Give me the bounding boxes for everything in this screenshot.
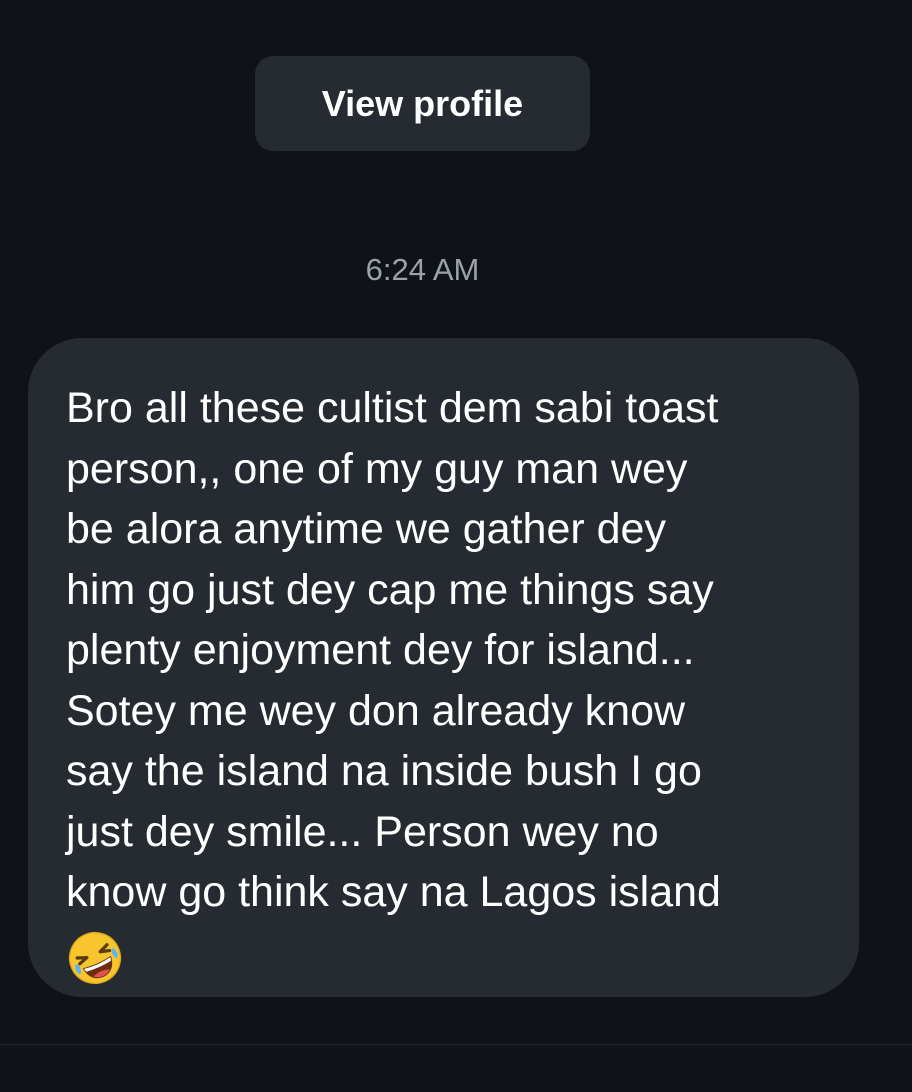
- message-line: say the island na inside bush I go: [66, 747, 702, 795]
- bottom-divider: [0, 1044, 912, 1045]
- message-line: Sotey me wey don already know: [66, 686, 686, 735]
- message-timestamp: 6:24 AM: [365, 252, 480, 287]
- message-line: him go just dey cap me things say: [66, 565, 714, 614]
- message-line: be alora anytime we gather dey: [66, 505, 666, 553]
- message-line: know go think say na Lagos island: [66, 868, 721, 916]
- message-text: Bro all these cultist dem sabi toast per…: [66, 378, 829, 923]
- rolling-on-the-floor-laughing-icon: [68, 931, 122, 984]
- view-profile-button[interactable]: View profile: [255, 56, 590, 151]
- message-line: Bro all these cultist dem sabi toast: [66, 384, 719, 432]
- message-line: just dey smile... Person wey no: [66, 807, 659, 856]
- message-bubble[interactable]: Bro all these cultist dem sabi toast per…: [28, 338, 859, 997]
- message-line: plenty enjoyment dey for island...: [66, 626, 695, 674]
- message-line: person,, one of my guy man wey: [66, 444, 688, 493]
